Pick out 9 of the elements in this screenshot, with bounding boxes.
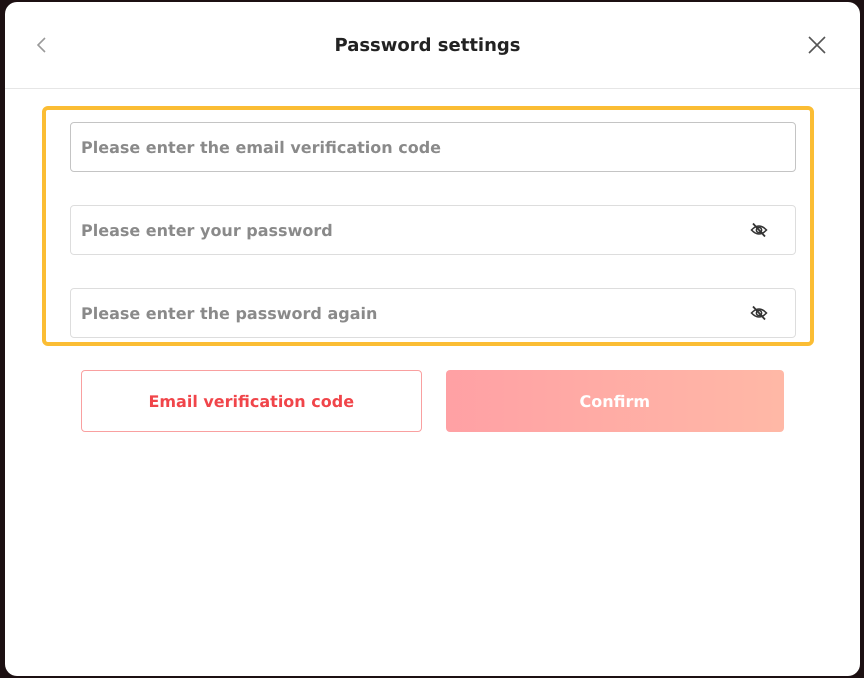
send-code-button[interactable]: Email verification code (81, 370, 422, 432)
back-icon[interactable] (35, 36, 47, 54)
dialog-title: Password settings (334, 34, 521, 56)
input-field[interactable]: Please enter the email verification code (70, 122, 796, 172)
eye-slash-icon[interactable] (750, 305, 768, 321)
close-icon[interactable] (808, 36, 826, 54)
input-field[interactable]: Please enter the password again (70, 288, 796, 338)
input-field[interactable]: Please enter your password (70, 205, 796, 255)
eye-slash-icon[interactable] (750, 222, 768, 238)
